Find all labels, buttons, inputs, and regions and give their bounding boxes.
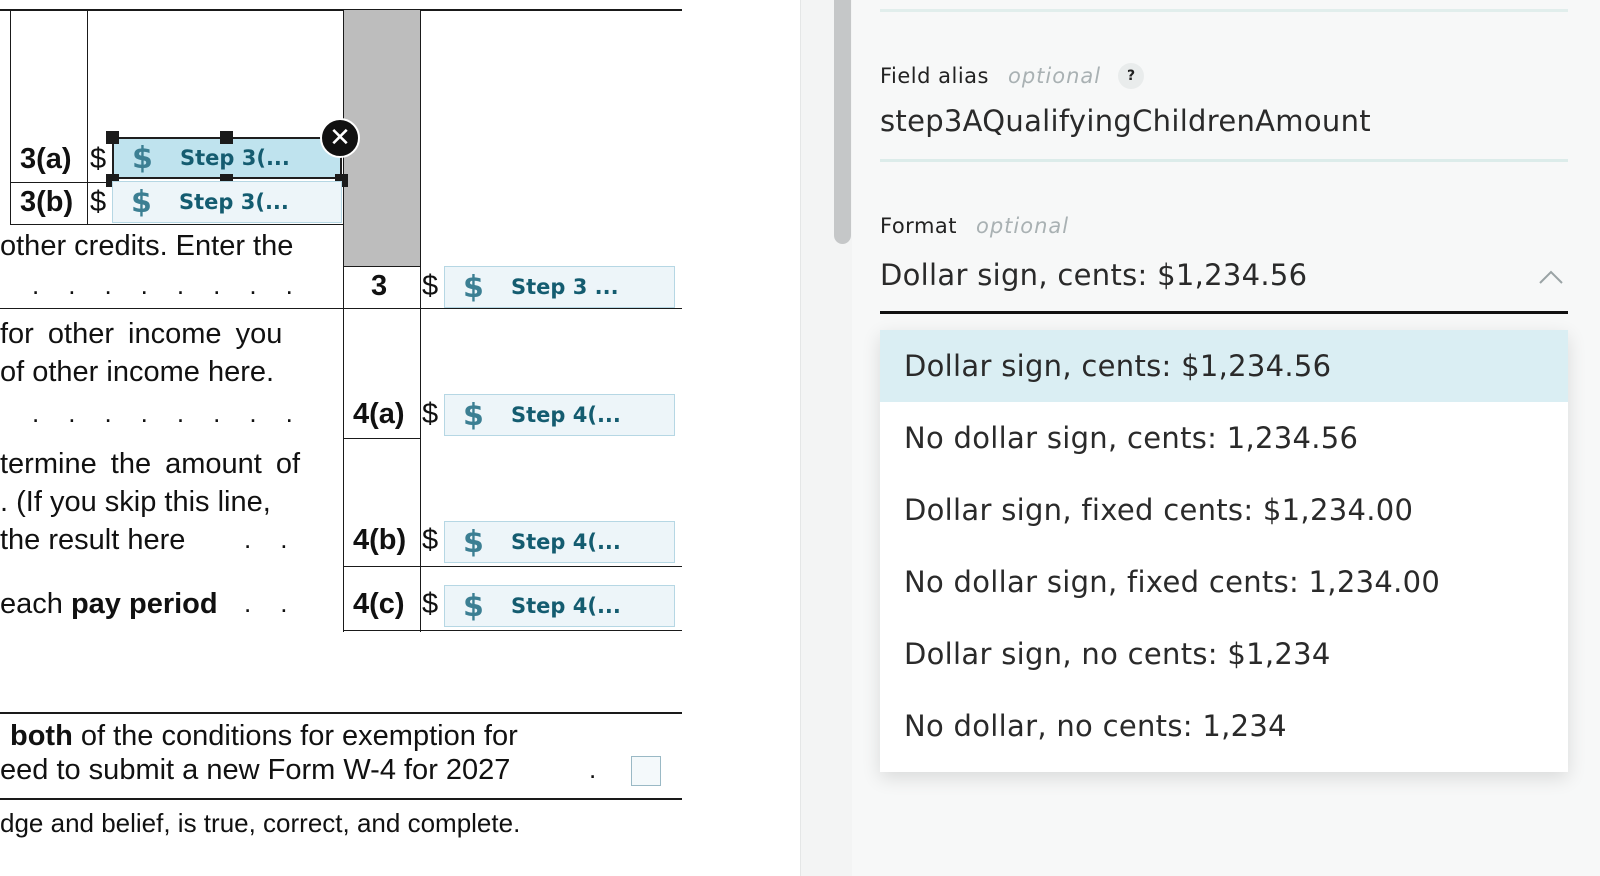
field-alias-optional: optional [1008,64,1102,88]
grid-line [343,266,420,267]
dollar-icon: $ [131,184,152,220]
line-label-4a: 4(a) [353,398,405,430]
field-label: Step 4(... [511,530,621,554]
line-text: other credits. Enter the [0,230,294,262]
format-option[interactable]: No dollar sign, fixed cents: 1,234.00 [880,546,1568,618]
dollar-sign: $ [422,398,439,430]
pdf-document: 3(a) $ $ Step 3(... ✕ 3(b) $ $ Step 3(..… [0,0,800,876]
line-label-3a: 3(a) [20,143,72,175]
leader-dots: . [589,754,626,784]
line-text: termine the amount of [0,448,301,480]
step3b-field[interactable]: $ Step 3(... [112,181,342,223]
format-option[interactable]: Dollar sign, fixed cents: $1,234.00 [880,474,1568,546]
scrollbar-thumb[interactable] [834,0,851,244]
help-icon[interactable]: ? [1118,63,1144,89]
line-text: . (If you skip this line, [0,486,271,518]
section-divider [0,712,682,714]
format-dropdown-menu: Dollar sign, cents: $1,234.56 No dollar … [880,330,1568,772]
leader-dots: .. [244,588,317,618]
line-text: each pay period [0,588,218,621]
grid-line [10,224,343,225]
format-selected-value: Dollar sign, cents: $1,234.56 [880,258,1308,292]
line-text: of other income here. [0,356,275,388]
format-option[interactable]: Dollar sign, no cents: $1,234 [880,618,1568,690]
grid-line [343,630,682,631]
field-label: Step 3(... [179,190,289,214]
grid-line [343,10,344,632]
step3-field[interactable]: $ Step 3 ... [444,266,675,308]
exemption-line2: eed to submit a new Form W-4 for 2027 [0,754,511,786]
line-label-4b: 4(b) [353,524,407,556]
dollar-icon: $ [463,524,484,560]
line-text-plain: each [0,588,63,620]
dollar-sign: $ [90,143,107,175]
table-top-border [0,9,682,11]
grid-line [420,10,421,632]
exemption-line1: of the conditions for exemption for [80,720,518,752]
section-divider [0,798,682,800]
leader-dots: ........ [32,270,322,300]
exemption-checkbox[interactable] [631,756,661,786]
grid-line [0,308,682,309]
line-text-bold: pay period [70,588,218,620]
grid-line [343,566,682,567]
step4c-field[interactable]: $ Step 4(... [444,585,675,627]
dollar-sign: $ [422,588,439,620]
grid-line [87,10,88,225]
dollar-icon: $ [463,269,484,305]
grid-line [343,438,420,439]
dollar-icon: $ [463,397,484,433]
remove-field-close-icon[interactable]: ✕ [320,118,360,158]
field-alias-input[interactable]: step3AQualifyingChildrenAmount [880,104,1568,162]
field-label: Step 3 ... [511,275,619,299]
grid-line [10,10,11,225]
format-optional: optional [976,214,1070,238]
dollar-icon: $ [132,140,153,176]
resize-handle-tm[interactable] [220,131,233,144]
step4a-field[interactable]: $ Step 4(... [444,394,675,436]
format-option[interactable]: No dollar, no cents: 1,234 [880,690,1568,762]
dollar-icon: $ [463,588,484,624]
resize-handle-tl[interactable] [106,131,119,144]
line-label-4c: 4(c) [353,588,405,620]
dollar-sign: $ [90,186,107,218]
chevron-up-icon [1539,270,1563,284]
field-label: Step 4(... [511,403,621,427]
field-label: Step 3(... [180,146,290,170]
line-label-3b: 3(b) [20,186,74,218]
format-select[interactable]: Dollar sign, cents: $1,234.56 [880,254,1568,314]
format-option[interactable]: Dollar sign, cents: $1,234.56 [880,330,1568,402]
format-option[interactable]: No dollar sign, cents: 1,234.56 [880,402,1568,474]
leader-dots: .. [244,524,317,554]
step4b-field[interactable]: $ Step 4(... [444,521,675,563]
line-text: for other income you [0,318,283,350]
field-alias-label: Field alias [880,64,989,88]
dollar-sign: $ [422,270,439,302]
previous-input-underline [880,9,1568,12]
dollar-sign: $ [422,524,439,556]
exemption-bold: both [10,720,73,752]
field-label: Step 4(... [511,594,621,618]
line-text: the result here [0,524,186,556]
leader-dots: ........ [32,398,322,428]
format-label: Format [880,214,958,238]
exemption-text: both of the conditions for exemption for [10,720,518,753]
declaration-text: dge and belief, is true, correct, and co… [0,808,521,838]
line-label-3: 3 [371,270,388,302]
